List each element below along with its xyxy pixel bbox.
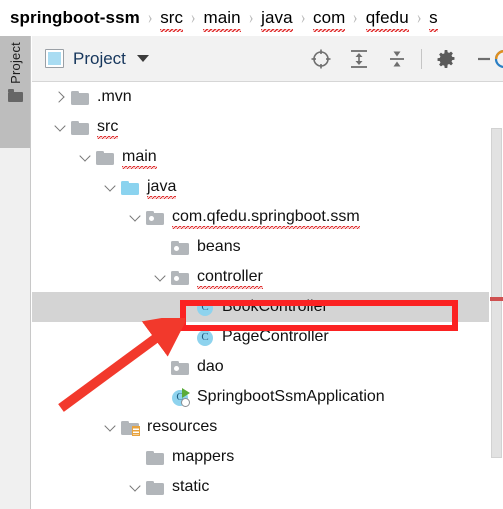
breadcrumb-item[interactable]: springboot-ssm xyxy=(10,8,140,28)
tree-row-label: mappers xyxy=(172,448,235,465)
tree-row[interactable]: main xyxy=(32,142,489,172)
package-folder-icon xyxy=(171,269,190,286)
chevron-down-icon[interactable] xyxy=(127,479,144,496)
chevron-down-icon[interactable] xyxy=(136,55,149,62)
tree-row[interactable]: java xyxy=(32,172,489,202)
breadcrumb-item[interactable]: qfedu xyxy=(365,8,409,32)
breadcrumb: springboot-ssm › src › main › java › com › qfedu › s xyxy=(0,0,503,36)
chevron-down-icon[interactable] xyxy=(77,149,94,166)
tree-row-label: .mvn xyxy=(97,88,132,105)
breadcrumb-item[interactable]: main xyxy=(203,8,241,32)
breadcrumb-separator: › xyxy=(248,7,254,28)
tree-row[interactable]: static xyxy=(32,472,489,502)
folder-icon xyxy=(146,479,165,496)
tree-row[interactable]: C BookController xyxy=(32,292,489,322)
breadcrumb-separator: › xyxy=(300,7,306,28)
package-folder-icon xyxy=(146,209,165,226)
tree-row-label: dao xyxy=(197,358,224,375)
toolbar-divider xyxy=(421,49,422,69)
tree-row-label: static xyxy=(172,478,210,495)
twisty-placeholder xyxy=(127,449,144,466)
tree-row[interactable]: resources xyxy=(32,412,489,442)
runnable-class-icon: C xyxy=(171,387,190,407)
chevron-down-icon[interactable] xyxy=(102,179,119,196)
tool-window-title: Project xyxy=(73,48,126,68)
breadcrumb-separator: › xyxy=(190,7,196,28)
tree-row-label: resources xyxy=(147,418,218,435)
breadcrumb-separator: › xyxy=(353,7,358,28)
java-class-icon: C xyxy=(196,299,215,316)
resources-folder-icon xyxy=(121,419,140,436)
tree-row[interactable]: mappers xyxy=(32,442,489,472)
inspection-status-icon[interactable] xyxy=(493,36,503,82)
project-tree-scroll-area[interactable]: .mvn src main java com.qfedu.springboot.ssm b… xyxy=(32,82,503,509)
tree-row[interactable]: dao xyxy=(32,352,489,382)
chevron-down-icon[interactable] xyxy=(127,209,144,226)
tree-row-label: main xyxy=(122,148,157,169)
tree-row-label: beans xyxy=(197,238,241,255)
java-class-icon: C xyxy=(196,329,215,346)
tree-row[interactable]: src xyxy=(32,112,489,142)
twisty-placeholder xyxy=(152,239,169,256)
chevron-down-icon[interactable] xyxy=(102,419,119,436)
tree-row[interactable]: beans xyxy=(32,232,489,262)
toolbar-actions xyxy=(302,36,503,82)
tree-row-label: src xyxy=(97,118,119,139)
settings-gear-icon[interactable] xyxy=(431,44,461,74)
twisty-placeholder xyxy=(152,359,169,376)
tree-row-label: controller xyxy=(197,268,263,289)
scrollbar-error-marker[interactable] xyxy=(490,297,503,301)
folder-icon xyxy=(7,89,23,102)
breadcrumb-item[interactable]: java xyxy=(261,8,293,32)
project-toolbar: Project xyxy=(32,36,503,82)
chevron-down-icon[interactable] xyxy=(152,269,169,286)
folder-icon xyxy=(71,89,90,106)
chevron-right-icon[interactable] xyxy=(52,89,69,106)
tree-row[interactable]: com.qfedu.springboot.ssm xyxy=(32,202,489,232)
ide-project-panel: springboot-ssm › src › main › java › com › qfedu › s… xyxy=(0,0,503,509)
twisty-placeholder xyxy=(177,329,194,346)
locate-in-tree-icon[interactable] xyxy=(306,44,336,74)
tree-row-label: BookController xyxy=(222,298,328,315)
tree-row[interactable]: .mvn xyxy=(32,82,489,112)
tree-row[interactable]: C SpringbootSsmApplication xyxy=(32,382,489,412)
breadcrumb-item[interactable]: src xyxy=(160,8,184,32)
tree-row[interactable]: C PageController xyxy=(32,322,489,352)
folder-icon xyxy=(146,449,165,466)
tree-row[interactable]: controller xyxy=(32,262,489,292)
package-folder-icon xyxy=(171,239,190,256)
breadcrumb-item[interactable]: com xyxy=(312,8,346,32)
project-title-group[interactable]: Project xyxy=(45,49,149,69)
twisty-placeholder xyxy=(177,299,194,316)
source-folder-icon xyxy=(121,179,140,196)
tree-row-label: com.qfedu.springboot.ssm xyxy=(172,208,360,229)
scrollbar-thumb[interactable] xyxy=(491,128,502,458)
project-tool-window: Project .mvn src main java com.qfedu.spr… xyxy=(32,36,503,509)
tree-vertical-scrollbar[interactable] xyxy=(490,82,503,509)
twisty-placeholder xyxy=(152,389,169,406)
project-window-icon xyxy=(45,49,64,68)
chevron-down-icon[interactable] xyxy=(52,119,69,136)
expand-all-icon[interactable] xyxy=(344,44,374,74)
tree-row-label: SpringbootSsmApplication xyxy=(197,388,385,405)
tool-window-bar-left: Project xyxy=(0,36,31,509)
collapse-all-icon[interactable] xyxy=(382,44,412,74)
breadcrumb-separator: › xyxy=(416,7,422,28)
folder-icon xyxy=(71,119,90,136)
breadcrumb-separator: › xyxy=(147,7,153,28)
sidebar-item-project-label: Project xyxy=(7,42,23,84)
folder-icon xyxy=(96,149,115,166)
package-folder-icon xyxy=(171,359,190,376)
tree-row-label: PageController xyxy=(222,328,329,345)
sidebar-item-project[interactable]: Project xyxy=(0,36,30,148)
tree-row-label: java xyxy=(147,178,177,199)
breadcrumb-item[interactable]: s xyxy=(429,8,438,32)
project-tree: .mvn src main java com.qfedu.springboot.ssm b… xyxy=(32,82,489,502)
